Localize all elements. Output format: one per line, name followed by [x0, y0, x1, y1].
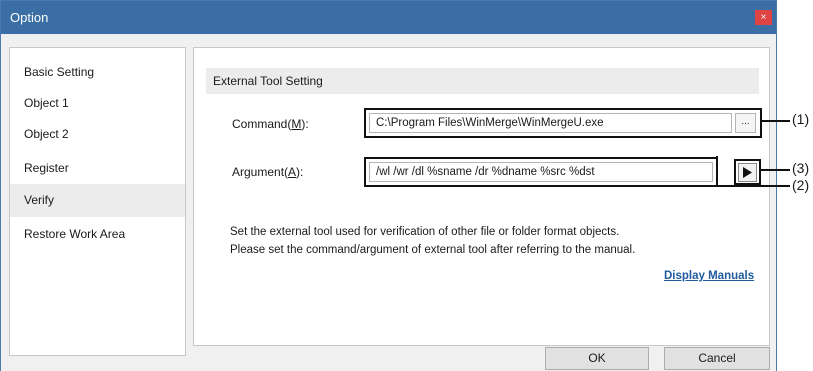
callout-label-1: (1) — [792, 111, 810, 127]
callout-lines — [716, 120, 790, 187]
callout-label-3: (3) — [792, 160, 810, 176]
callout-label-2: (2) — [792, 177, 810, 193]
